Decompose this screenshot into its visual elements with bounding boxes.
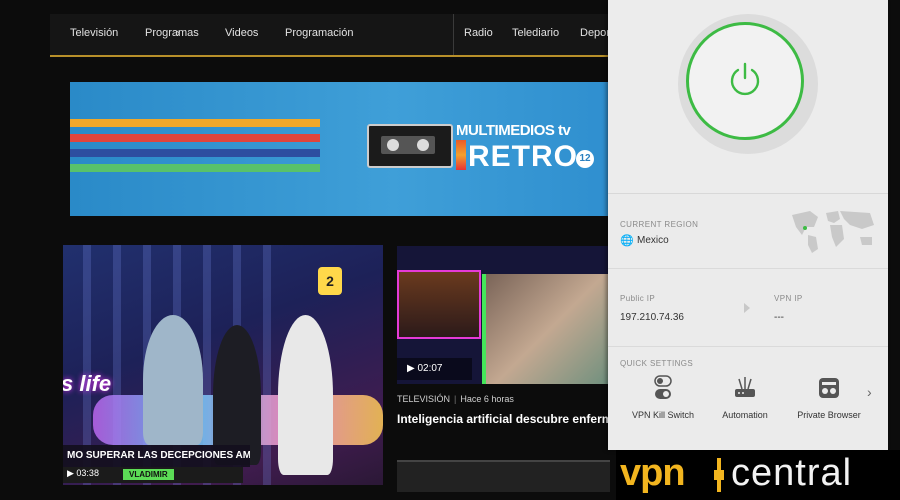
banner-brand-line2: RETRO [456,140,578,174]
power-icon [730,62,760,96]
next-article-card[interactable] [397,460,610,492]
article-meta: TELEVISIÓN | Hace 6 horas [397,394,514,404]
private-browser-label: Private Browser [797,410,861,420]
nav-item-deportes[interactable]: Depor [580,27,610,39]
nav-item-programacion[interactable]: Programación [285,27,353,39]
chevron-right-icon[interactable]: › [867,384,872,400]
plug-icon [714,458,724,492]
globe-icon: 🌐 [620,235,634,247]
banner-stripe [70,119,320,127]
vpn-ip-label: VPN IP [774,294,803,303]
nav-divider [453,14,454,55]
video-duration: ▶ 02:07 [397,358,472,380]
watermark-central: central [731,452,853,494]
incognito-icon [819,378,839,398]
private-browser-setting[interactable]: Private Browser [789,375,869,420]
person-figure [143,315,203,445]
show-logo-text: s life [63,371,112,396]
arrow-right-icon [744,303,750,313]
video-caption-bar: MO SUPERAR LAS DECEPCIONES AMOROSAS [63,445,250,467]
toggle-icon [654,375,672,399]
vpn-popup: CURRENT REGION 🌐 Mexico Public IP 197.21… [608,0,888,450]
vpn-divider [608,346,888,347]
nav-item-videos[interactable]: Videos [225,27,258,39]
nav-item-television[interactable]: Televisión [70,27,118,39]
article-age: Hace 6 horas [460,394,514,404]
quick-settings-label: QUICK SETTINGS [620,359,694,368]
world-map-icon [792,211,874,253]
public-ip-value: 197.210.74.36 [620,312,684,323]
banner-stripe [70,134,320,142]
person-figure [278,315,333,475]
site-navigation: Televisión › Programas Videos Programaci… [50,14,610,57]
news-video-card[interactable]: ▶ 02:07 [397,246,610,384]
vhs-tape-icon [367,124,453,168]
watermark-vpn: vpn [620,452,686,494]
automation-label: Automation [722,410,768,420]
video-lower-third: ▶ 03:38 VLADIMIR [63,467,243,483]
banner-stripe [70,164,320,172]
video-thumbnail-inset [397,270,481,339]
article-headline[interactable]: Inteligencia artificial descubre enferm [397,412,612,426]
channel-number-badge: 12 [576,150,594,168]
featured-video-card[interactable]: 2 s life MO SUPERAR LAS DECEPCIONES AMOR… [63,245,383,485]
guest-name-tag: VLADIMIR [123,469,174,480]
nav-item-programas[interactable]: Programas [145,27,199,39]
public-ip-label: Public IP [620,294,656,303]
automation-setting[interactable]: Automation [705,375,785,420]
banner-stripe [70,149,320,157]
show-number-sign: 2 [318,267,342,295]
video-duration: ▶ 03:38 [67,468,99,478]
current-region-label: CURRENT REGION [620,220,699,229]
current-region-value[interactable]: Mexico [637,235,669,246]
kill-switch-label: VPN Kill Switch [631,410,694,420]
nav-item-radio[interactable]: Radio [464,27,493,39]
power-button[interactable] [686,22,804,140]
router-icon [735,377,755,397]
multimedios-retro-banner[interactable]: MULTIMEDIOS tv RETRO 12 f ▶ [70,82,610,216]
vpncentral-watermark: vpn central [616,450,900,500]
vpn-divider [608,268,888,269]
kill-switch-setting[interactable]: VPN Kill Switch [623,375,703,420]
vpn-connection-area [608,0,888,194]
banner-brand-line1: MULTIMEDIOS tv [456,122,571,139]
video-thumbnail-photo [482,274,610,384]
person-figure [213,325,261,465]
vpn-ip-value: --- [774,312,784,323]
article-category[interactable]: TELEVISIÓN [397,394,450,404]
nav-item-telediario[interactable]: Telediario [512,27,559,39]
